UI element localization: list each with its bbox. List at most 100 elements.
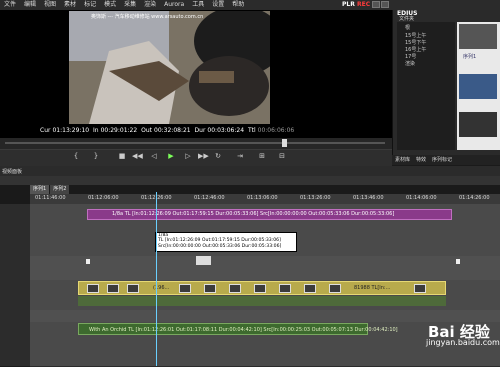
video-clip-purple[interactable]: 1/8a TL [In:01:12:26:09 Out:01:17:59:15 … (87, 209, 452, 220)
tab-effects[interactable]: 特效 (413, 155, 429, 165)
out-timecode: 00:32:08:21 (154, 127, 191, 134)
out-label: Out (141, 127, 152, 134)
scrub-handle[interactable] (282, 139, 287, 147)
menu-aurora[interactable]: Aurora (160, 0, 188, 10)
overwrite-icon[interactable]: ⊟ (278, 152, 286, 160)
track-header-v1[interactable] (0, 204, 30, 225)
sequence-tabs: 序列1 序列2 (30, 185, 70, 194)
timeline-cursor[interactable] (156, 192, 157, 366)
set-in-icon[interactable]: { (72, 152, 80, 160)
folder-panel-title: 文件夹 (399, 16, 415, 22)
set-out-icon[interactable]: } (92, 152, 100, 160)
step-forward-icon[interactable]: ▷ (184, 152, 192, 160)
tab-bin[interactable]: 素材库 (392, 155, 413, 165)
clip-info-label: 1/8a TL [In:01:12:26:09 Out:01:17:59:15 … (112, 211, 395, 217)
menu-edit[interactable]: 编辑 (20, 0, 40, 10)
stop-icon[interactable]: ■ (118, 152, 126, 160)
menu-view[interactable]: 视图 (40, 0, 60, 10)
ruler-tick-label: 01:11:46:00 (35, 195, 66, 201)
transport-bar (0, 149, 392, 166)
title-clip[interactable] (196, 256, 211, 265)
folder-item[interactable]: 渲染 (405, 60, 415, 67)
track-t[interactable] (30, 256, 500, 281)
film-thumbnail (229, 284, 241, 293)
film-thumbnail (304, 284, 316, 293)
plr-mode-label[interactable]: PLR (342, 1, 355, 9)
ttl-label: Ttl (247, 127, 256, 134)
scrub-bar[interactable] (0, 138, 392, 149)
close-icon[interactable] (381, 1, 389, 8)
menu-capture[interactable]: 采集 (120, 0, 140, 10)
video-caption: 奥饰斯 --- 汽车移动维修站 www.arsauto.com.cn (91, 14, 204, 20)
clip-label: 81988 TL[In:... (354, 285, 391, 291)
watermark-url: jingyan.baidu.com (426, 338, 500, 347)
play-icon[interactable]: ▶ (167, 152, 175, 160)
timeline-panel-title: 视频面板 (2, 169, 23, 175)
menu-tools[interactable]: 工具 (188, 0, 208, 10)
film-thumbnail (414, 284, 426, 293)
timeline-ruler[interactable]: 01:11:46:00 01:12:06:00 01:12:26:00 01:1… (30, 194, 500, 204)
thumbnail[interactable] (459, 112, 497, 137)
folder-item[interactable]: 17号 (405, 53, 416, 60)
film-thumbnail (254, 284, 266, 293)
video-clip-yellow[interactable]: (196... 81988 TL[In:... (78, 281, 446, 295)
track-header-va2[interactable] (0, 280, 30, 311)
menu-mode[interactable]: 模式 (100, 0, 120, 10)
fast-forward-icon[interactable]: ▶▶ (198, 152, 209, 160)
track-header-a[interactable] (0, 322, 30, 367)
insert-icon[interactable]: ⊞ (258, 152, 266, 160)
watermark: Bai 经验 jingyan.baidu.com (388, 309, 500, 366)
film-thumbnail (329, 284, 341, 293)
tooltip-line: Src[In:00:00:00:00 Out:00:05:33:06 Dur:0… (158, 243, 282, 249)
ttl-timecode: 00:06:06:06 (257, 127, 295, 134)
audio-clip-green[interactable]: With An Orchid TL [In:01:12:26:01 Out:01… (78, 323, 398, 335)
step-back-icon[interactable]: ◁ (150, 152, 158, 160)
loop-icon[interactable]: ↻ (214, 152, 222, 160)
menu-settings[interactable]: 设置 (208, 0, 228, 10)
folder-item[interactable]: 15号上午 (405, 32, 426, 39)
film-thumbnail (204, 284, 216, 293)
clip-tooltip: 1/8a TL [In:01:12:26:09 Out:01:17:59:15 … (155, 232, 297, 252)
video-frame-image (69, 11, 270, 124)
rewind-icon[interactable]: ◀◀ (132, 152, 143, 160)
menu-help[interactable]: 帮助 (228, 0, 248, 10)
thumbnail[interactable] (459, 24, 497, 49)
menu-marker[interactable]: 标记 (80, 0, 100, 10)
video-preview: 奥饰斯 --- 汽车移动维修站 www.arsauto.com.cn (69, 11, 270, 124)
folder-root[interactable]: 根 (405, 24, 410, 31)
menu-clip[interactable]: 素材 (60, 0, 80, 10)
marker-icon[interactable] (86, 259, 90, 264)
tab-sequence-markers[interactable]: 序列标记 (429, 155, 455, 165)
audio-waveform[interactable] (78, 296, 446, 306)
scrub-track (5, 142, 385, 144)
ruler-tick-label: 01:12:06:00 (88, 195, 119, 201)
track-header-va[interactable] (0, 224, 30, 257)
ruler-tick-label: 01:13:26:00 (300, 195, 331, 201)
film-thumbnail (107, 284, 119, 293)
in-timecode: 00:29:01:22 (100, 127, 138, 134)
minimize-icon[interactable] (372, 1, 380, 8)
timeline-tools (0, 176, 500, 185)
tab-sequence1[interactable]: 序列1 (30, 185, 50, 194)
cur-timecode: 01:13:29:10 (52, 127, 90, 134)
tab-sequence2[interactable]: 序列2 (50, 185, 70, 194)
clip-thumbnails: 序列1 (457, 22, 500, 150)
thumbnail-label: 序列1 (463, 54, 477, 60)
thumbnail[interactable] (459, 74, 497, 99)
rec-mode-label[interactable]: REC (357, 1, 370, 9)
ruler-tick-label: 01:14:06:00 (406, 195, 437, 201)
ruler-tick-label: 01:13:06:00 (247, 195, 278, 201)
in-label: In (93, 127, 99, 134)
timecode-readout: Cur 01:13:29:10 In 00:29:01:22 Out 00:32:08… (40, 127, 296, 134)
track-header-t[interactable] (0, 256, 30, 281)
folder-item[interactable]: 15号下午 (405, 39, 426, 46)
play-in-out-icon[interactable]: ⇥ (236, 152, 244, 160)
film-thumbnail (279, 284, 291, 293)
menu-render[interactable]: 渲染 (140, 0, 160, 10)
ruler-tick-label: 01:12:46:00 (194, 195, 225, 201)
folder-item[interactable]: 16号上午 (405, 46, 426, 53)
film-thumbnail (87, 284, 99, 293)
marker-icon[interactable] (456, 259, 460, 264)
film-thumbnail (179, 284, 191, 293)
menu-file[interactable]: 文件 (0, 0, 20, 10)
